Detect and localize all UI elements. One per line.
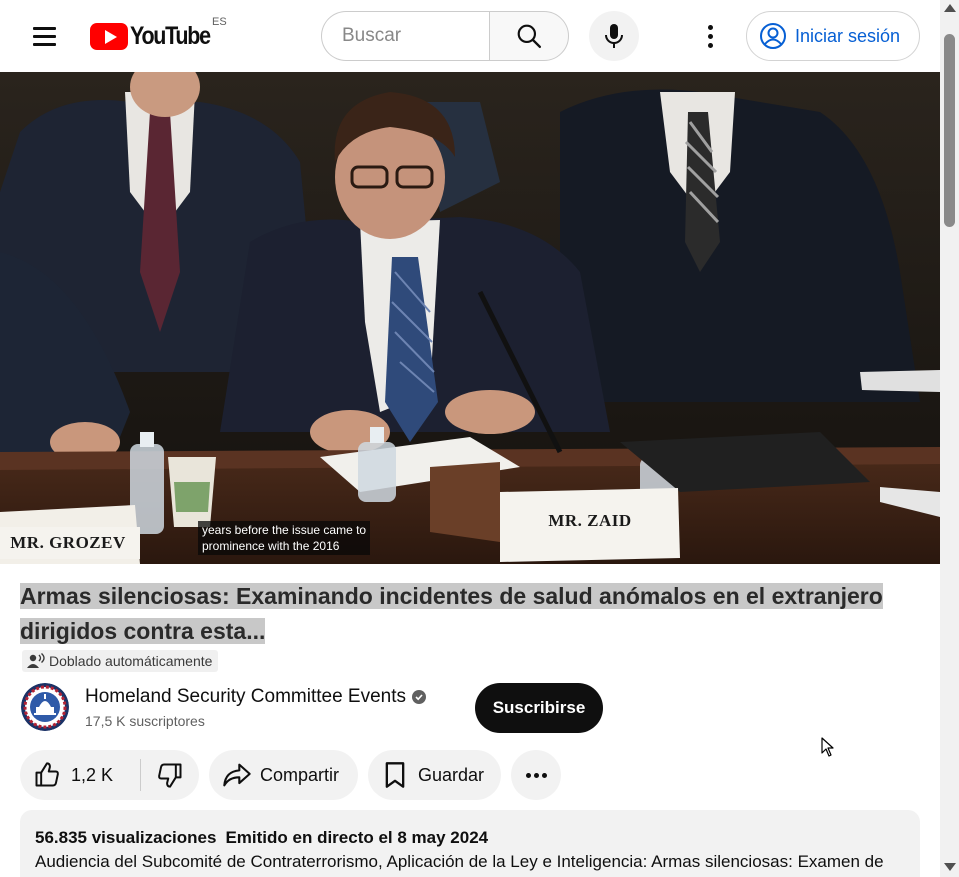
share-label: Compartir	[260, 764, 340, 785]
video-player[interactable]: MR. GROZEV MR. ZAID years before the iss…	[0, 72, 940, 564]
youtube-logo[interactable]: YouTube	[90, 22, 223, 50]
verified-check-icon	[412, 690, 427, 704]
mouse-cursor-icon	[821, 737, 834, 757]
video-frame	[0, 72, 940, 564]
stream-date: Emitido en directo el 8 may 2024	[225, 828, 489, 847]
scroll-down-arrow-icon[interactable]	[944, 863, 956, 871]
save-label: Guardar	[418, 764, 485, 785]
video-title-text: Armas silenciosas: Examinando incidentes…	[20, 583, 883, 644]
description-text: Audiencia del Subcomité de Contraterrori…	[35, 852, 884, 871]
video-title: Armas silenciosas: Examinando incidentes…	[20, 579, 900, 649]
scrollbar-thumb[interactable]	[944, 34, 955, 227]
like-dislike-group: 1,2 K	[20, 750, 199, 800]
account-circle-icon	[760, 23, 786, 49]
menu-line	[32, 42, 56, 46]
dot	[707, 33, 713, 39]
more-dot-icon	[525, 772, 531, 778]
share-button[interactable]: Compartir	[209, 750, 358, 800]
capitol-seal-icon	[21, 683, 69, 731]
auto-dubbed-label: Doblado automáticamente	[49, 653, 213, 669]
search-icon	[517, 24, 542, 49]
more-dot-icon	[533, 772, 539, 778]
search-placeholder: Buscar	[342, 25, 402, 46]
like-count: 1,2 K	[71, 764, 114, 785]
bookmark-icon	[385, 762, 405, 788]
signin-label: Iniciar sesión	[795, 25, 901, 46]
menu-line	[32, 26, 56, 30]
masthead: YouTube ES Buscar Iniciar sesión	[0, 0, 940, 72]
subscribe-button[interactable]: Suscribirse	[475, 683, 603, 733]
share-arrow-icon	[223, 763, 251, 787]
search-button[interactable]	[489, 11, 569, 61]
logo-text: YouTube	[130, 21, 211, 50]
save-button[interactable]: Guardar	[368, 750, 501, 800]
thumbs-up-icon	[35, 762, 59, 787]
menu-line	[32, 34, 56, 38]
search-input[interactable]: Buscar	[321, 11, 490, 61]
channel-name: Homeland Security Committee Events	[85, 686, 407, 707]
country-code: ES	[212, 16, 227, 28]
page-scrollbar[interactable]	[940, 0, 959, 877]
microphone-icon	[605, 24, 623, 48]
dot	[707, 42, 713, 48]
description-meta: 56.835 visualizaciones Emitido en direct…	[35, 828, 905, 848]
signin-button[interactable]: Iniciar sesión	[746, 11, 920, 61]
thumbs-down-icon	[158, 763, 182, 788]
auto-dubbed-badge: Doblado automáticamente	[22, 650, 219, 672]
nameplate-center: MR. ZAID	[548, 511, 632, 530]
scroll-up-arrow-icon[interactable]	[944, 4, 956, 12]
dislike-button[interactable]	[141, 750, 199, 800]
dot	[707, 24, 713, 30]
caption-line: prominence with the 2016	[202, 539, 340, 553]
channel-name-link[interactable]: Homeland Security Committee Events	[85, 686, 427, 708]
channel-avatar[interactable]	[21, 683, 69, 731]
guide-menu-button[interactable]	[22, 14, 66, 58]
subscriber-count: 17,5 K suscriptores	[85, 713, 205, 729]
description-box[interactable]: 56.835 visualizaciones Emitido en direct…	[20, 810, 920, 877]
view-count: 56.835 visualizaciones	[35, 828, 217, 847]
more-actions-button[interactable]	[511, 750, 561, 800]
like-button[interactable]: 1,2 K	[20, 750, 140, 800]
dubbing-speaker-icon	[27, 653, 45, 668]
play-logo-icon	[90, 22, 128, 50]
caption-line: years before the issue came to	[202, 523, 367, 537]
video-caption: years before the issue came to prominenc…	[198, 521, 371, 555]
more-dot-icon	[541, 772, 547, 778]
voice-search-button[interactable]	[589, 11, 639, 61]
nameplate-left: MR. GROZEV	[0, 527, 140, 559]
settings-menu-button[interactable]	[690, 16, 730, 56]
